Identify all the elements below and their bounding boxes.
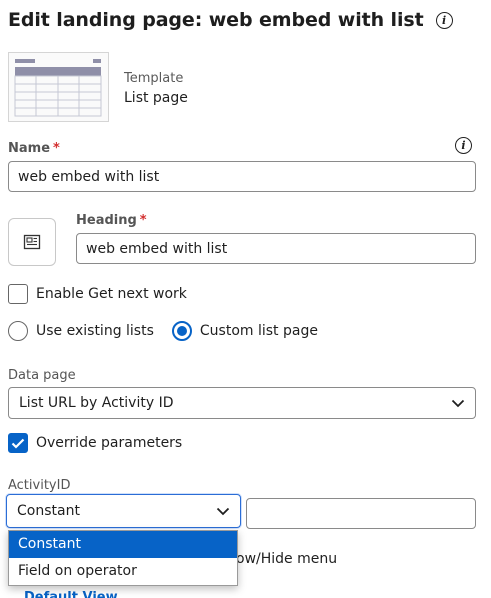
required-marker: * [53, 141, 60, 156]
data-page-value: List URL by Activity ID [19, 395, 174, 411]
list-source-radio-group: Use existing lists Custom list page [8, 321, 318, 341]
heading-label: Heading * [76, 213, 147, 228]
override-parameters-row[interactable]: Override parameters [8, 433, 182, 453]
data-page-label: Data page [8, 368, 76, 383]
heading-label-text: Heading [76, 213, 137, 228]
name-info-icon[interactable]: i [455, 137, 472, 154]
dropdown-option-constant[interactable]: Constant [9, 531, 237, 558]
radio-label: Use existing lists [36, 323, 154, 339]
radio-option-custom-list-page[interactable]: Custom list page [171, 321, 318, 341]
template-caption: Template [124, 71, 184, 86]
name-label: Name * [8, 141, 60, 156]
radio-button-selected[interactable] [171, 321, 192, 341]
radio-label: Custom list page [199, 323, 318, 339]
activity-id-source-select[interactable]: Constant [6, 494, 241, 528]
template-name: List page [124, 90, 188, 106]
override-parameters-label: Override parameters [36, 435, 183, 451]
page-title: Edit landing page: web embed with list [8, 9, 424, 31]
template-info: Template List page [124, 70, 188, 108]
radio-button[interactable] [8, 321, 28, 341]
chevron-down-icon [216, 507, 230, 515]
name-label-text: Name [8, 141, 51, 156]
dropdown-option-field-on-operator[interactable]: Field on operator [9, 558, 237, 585]
title-row: Edit landing page: web embed with list i [8, 9, 453, 31]
template-thumbnail [8, 52, 109, 122]
activity-id-source-value: Constant [17, 503, 80, 519]
activity-id-label: ActivityID [8, 478, 71, 493]
checkmark-icon [11, 438, 25, 449]
default-view-link[interactable]: Default View [24, 590, 118, 598]
override-parameters-checkbox[interactable] [8, 433, 28, 453]
data-page-select[interactable]: List URL by Activity ID [8, 387, 476, 419]
enable-get-next-work-checkbox[interactable] [8, 284, 28, 304]
show-hide-menu-label: ow/Hide menu [236, 551, 338, 567]
heading-input[interactable] [76, 233, 476, 264]
name-input[interactable] [8, 161, 476, 192]
required-marker: * [139, 213, 147, 228]
enable-get-next-work-row[interactable]: Enable Get next work [8, 284, 187, 304]
article-icon [23, 234, 41, 250]
activity-id-value-input[interactable] [246, 498, 476, 529]
chevron-down-icon [451, 399, 465, 407]
activity-id-source-dropdown-menu: Constant Field on operator [8, 530, 238, 586]
heading-icon-button[interactable] [8, 218, 56, 266]
list-template-icon [14, 59, 102, 117]
template-row: Template List page [8, 52, 188, 122]
enable-get-next-work-label: Enable Get next work [36, 286, 187, 302]
info-icon[interactable]: i [435, 11, 453, 29]
radio-option-use-existing-lists[interactable]: Use existing lists [8, 321, 154, 341]
